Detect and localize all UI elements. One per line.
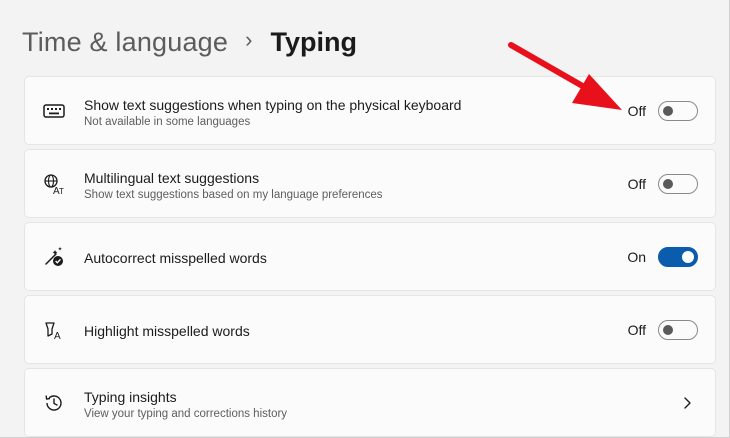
setting-highlight-misspelled: A Highlight misspelled words Off [24,295,716,364]
highlight-spelling-icon: A [42,318,66,342]
multilingual-suggestions-toggle[interactable] [658,173,698,194]
setting-title: Highlight misspelled words [84,323,250,339]
toggle-knob [682,250,694,263]
page-title: Typing [270,26,357,57]
history-icon [42,391,66,415]
setting-multilingual-suggestions: A T Multilingual text suggestions Show t… [24,149,716,218]
setting-subtitle: Not available in some languages [84,116,251,128]
text-suggestions-toggle[interactable] [658,100,698,121]
setting-title: Multilingual text suggestions [84,170,260,186]
toggle-state-label: Off [627,321,646,338]
setting-typing-insights[interactable]: Typing insights View your typing and cor… [24,368,716,437]
setting-title: Autocorrect misspelled words [84,250,267,266]
setting-title: Show text suggestions when typing on the… [84,97,462,113]
setting-text-suggestions: Show text suggestions when typing on the… [24,76,716,145]
toggle-knob [663,178,673,189]
svg-text:A: A [54,331,61,341]
autocorrect-toggle[interactable] [658,246,698,267]
toggle-state-label: Off [627,102,646,119]
chevron-right-icon[interactable] [681,396,693,410]
svg-text:T: T [59,187,64,195]
highlight-misspelled-toggle[interactable] [658,319,698,340]
setting-subtitle: Show text suggestions based on my langua… [84,189,383,201]
toggle-state-label: On [627,248,646,265]
setting-autocorrect: Autocorrect misspelled words On [24,222,716,291]
keyboard-icon [42,99,66,123]
toggle-knob [663,105,673,116]
toggle-knob [663,324,673,335]
setting-title: Typing insights [84,389,177,405]
breadcrumb: Time & language › Typing [22,22,357,62]
breadcrumb-separator: › [245,27,253,52]
autocorrect-icon [42,245,66,269]
breadcrumb-time-language[interactable]: Time & language [22,27,228,58]
toggle-state-label: Off [627,175,646,192]
setting-subtitle: View your typing and corrections history [84,408,288,420]
multilingual-icon: A T [42,172,66,196]
